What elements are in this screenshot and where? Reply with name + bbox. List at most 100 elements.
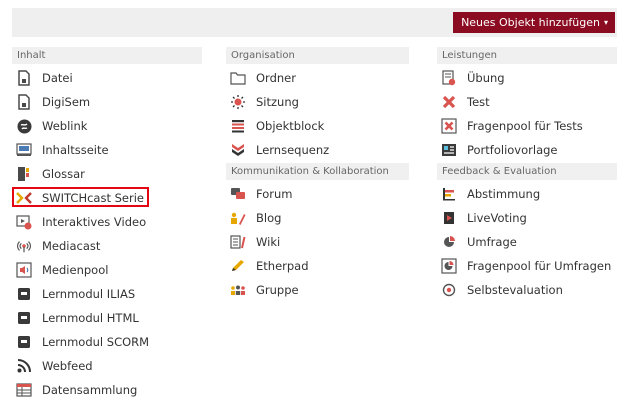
menu-item-etherpad[interactable]: Etherpad — [226, 254, 409, 278]
mediacast-icon — [16, 238, 32, 254]
menu-item-label: Lernmodul HTML — [42, 311, 139, 325]
menu-item-sitzung[interactable]: Sitzung — [226, 90, 409, 114]
menu-item-wiki[interactable]: Wiki — [226, 230, 409, 254]
menu-item-interaktives-video[interactable]: Interaktives Video — [12, 210, 202, 234]
menu-item-label: Forum — [256, 187, 293, 201]
menu-item-label: Ordner — [256, 71, 296, 85]
session-icon — [230, 94, 246, 110]
menu-item-lernmodul-ilias[interactable]: Lernmodul ILIAS — [12, 282, 202, 306]
group-icon — [230, 282, 246, 298]
menu-item-label: DigiSem — [42, 95, 91, 109]
section-header-organisation: Organisation — [226, 47, 409, 64]
menu-item-label: Abstimmung — [467, 187, 541, 201]
section-header-inhalt: Inhalt — [12, 47, 202, 64]
menu-item-lernsequenz[interactable]: Lernsequenz — [226, 138, 409, 162]
content-page-icon — [16, 142, 32, 158]
menu-item-label: Datensammlung — [42, 383, 138, 397]
etherpad-icon — [230, 258, 246, 274]
menu-item-label: Fragenpool für Tests — [467, 119, 583, 133]
learning-module-icon — [16, 310, 32, 326]
toolbar: Neues Objekt hinzufügen ▾ — [12, 8, 617, 37]
menu-item-label: Inhaltsseite — [42, 143, 109, 157]
folder-icon — [230, 70, 246, 86]
mediapool-icon — [16, 262, 32, 278]
menu-item-gruppe[interactable]: Gruppe — [226, 278, 409, 302]
menu-item-lernmodul-scorm[interactable]: Lernmodul SCORM — [12, 330, 202, 354]
menu-item-switchcast-serie[interactable]: SWITCHcast Serie — [12, 186, 202, 210]
menu-item-label: Sitzung — [256, 95, 299, 109]
menu-item-medienpool[interactable]: Medienpool — [12, 258, 202, 282]
menu-item-label: Mediacast — [42, 239, 101, 253]
menu-item-label: Selbstevaluation — [467, 283, 563, 297]
menu-item-label: Interaktives Video — [42, 215, 147, 229]
menu-item-test[interactable]: Test — [437, 90, 617, 114]
menu-item-label: Blog — [256, 211, 282, 225]
learning-sequence-icon — [230, 142, 246, 158]
glossary-icon — [16, 166, 32, 182]
menu-item-objektblock[interactable]: Objektblock — [226, 114, 409, 138]
section-header-feedback: Feedback & Evaluation — [437, 163, 617, 180]
column-leistungen: Leistungen Übung Test Fragenpool für Tes… — [437, 47, 617, 302]
menu-item-label: Gruppe — [256, 283, 299, 297]
menu-item-label: Fragenpool für Umfragen — [467, 259, 612, 273]
menu-item-label: Medienpool — [42, 263, 109, 277]
menu-item-label: Lernsequenz — [256, 143, 330, 157]
forum-icon — [230, 186, 246, 202]
portfolio-template-icon — [441, 142, 457, 158]
menu-item-portfoliovorlage[interactable]: Portfoliovorlage — [437, 138, 617, 162]
menu-item-label: Wiki — [256, 235, 281, 249]
self-evaluation-icon — [441, 282, 457, 298]
survey-pool-icon — [441, 258, 457, 274]
weblink-icon — [16, 118, 32, 134]
menu-item-label: Lernmodul SCORM — [42, 335, 150, 349]
menu-item-weblink[interactable]: Weblink — [12, 114, 202, 138]
menu-item-livevoting[interactable]: LiveVoting — [437, 206, 617, 230]
menu-item-label: Etherpad — [256, 259, 309, 273]
menu-item-webfeed[interactable]: Webfeed — [12, 354, 202, 378]
menu-item-label: Umfrage — [467, 235, 517, 249]
section-header-leistungen: Leistungen — [437, 47, 617, 64]
caret-down-icon: ▾ — [603, 17, 608, 27]
menu-item-label: Test — [467, 95, 490, 109]
menu-item-glossar[interactable]: Glossar — [12, 162, 202, 186]
blog-icon — [230, 210, 246, 226]
test-icon — [441, 94, 457, 110]
webfeed-icon — [16, 358, 32, 374]
poll-icon — [441, 186, 457, 202]
menu-item-uebung[interactable]: Übung — [437, 66, 617, 90]
digisem-icon — [16, 94, 32, 110]
learning-module-icon — [16, 286, 32, 302]
menu-item-forum[interactable]: Forum — [226, 182, 409, 206]
menu-item-fragenpool-umfragen[interactable]: Fragenpool für Umfragen — [437, 254, 617, 278]
wiki-icon — [230, 234, 246, 250]
menu-item-label: Weblink — [42, 119, 88, 133]
menu-item-label: Übung — [467, 71, 505, 85]
menu-item-datensammlung[interactable]: Datensammlung — [12, 378, 202, 402]
question-pool-icon — [441, 118, 457, 134]
menu-item-blog[interactable]: Blog — [226, 206, 409, 230]
menu-item-datei[interactable]: Datei — [12, 66, 202, 90]
menu-item-mediacast[interactable]: Mediacast — [12, 234, 202, 258]
menu-item-abstimmung[interactable]: Abstimmung — [437, 182, 617, 206]
menu-item-fragenpool-tests[interactable]: Fragenpool für Tests — [437, 114, 617, 138]
file-icon — [16, 70, 32, 86]
menu-item-label: Portfoliovorlage — [467, 143, 558, 157]
livevoting-icon — [441, 210, 457, 226]
menu-item-label: Glossar — [42, 167, 85, 181]
section-header-kommunikation: Kommunikation & Kollaboration — [226, 163, 409, 180]
menu-item-label: Objektblock — [256, 119, 325, 133]
menu-item-label: Datei — [42, 71, 73, 85]
menu-item-lernmodul-html[interactable]: Lernmodul HTML — [12, 306, 202, 330]
menu-item-label: SWITCHcast Serie — [42, 191, 144, 205]
survey-icon — [441, 234, 457, 250]
interactive-video-icon — [16, 214, 32, 230]
menu-item-inhaltsseite[interactable]: Inhaltsseite — [12, 138, 202, 162]
menu-item-selbstevaluation[interactable]: Selbstevaluation — [437, 278, 617, 302]
switchcast-icon — [16, 190, 32, 206]
menu-item-ordner[interactable]: Ordner — [226, 66, 409, 90]
menu-item-digisem[interactable]: DigiSem — [12, 90, 202, 114]
menu-item-label: Lernmodul ILIAS — [42, 287, 136, 301]
menu-item-umfrage[interactable]: Umfrage — [437, 230, 617, 254]
add-new-object-button[interactable]: Neues Objekt hinzufügen ▾ — [453, 12, 615, 33]
object-block-icon — [230, 118, 246, 134]
